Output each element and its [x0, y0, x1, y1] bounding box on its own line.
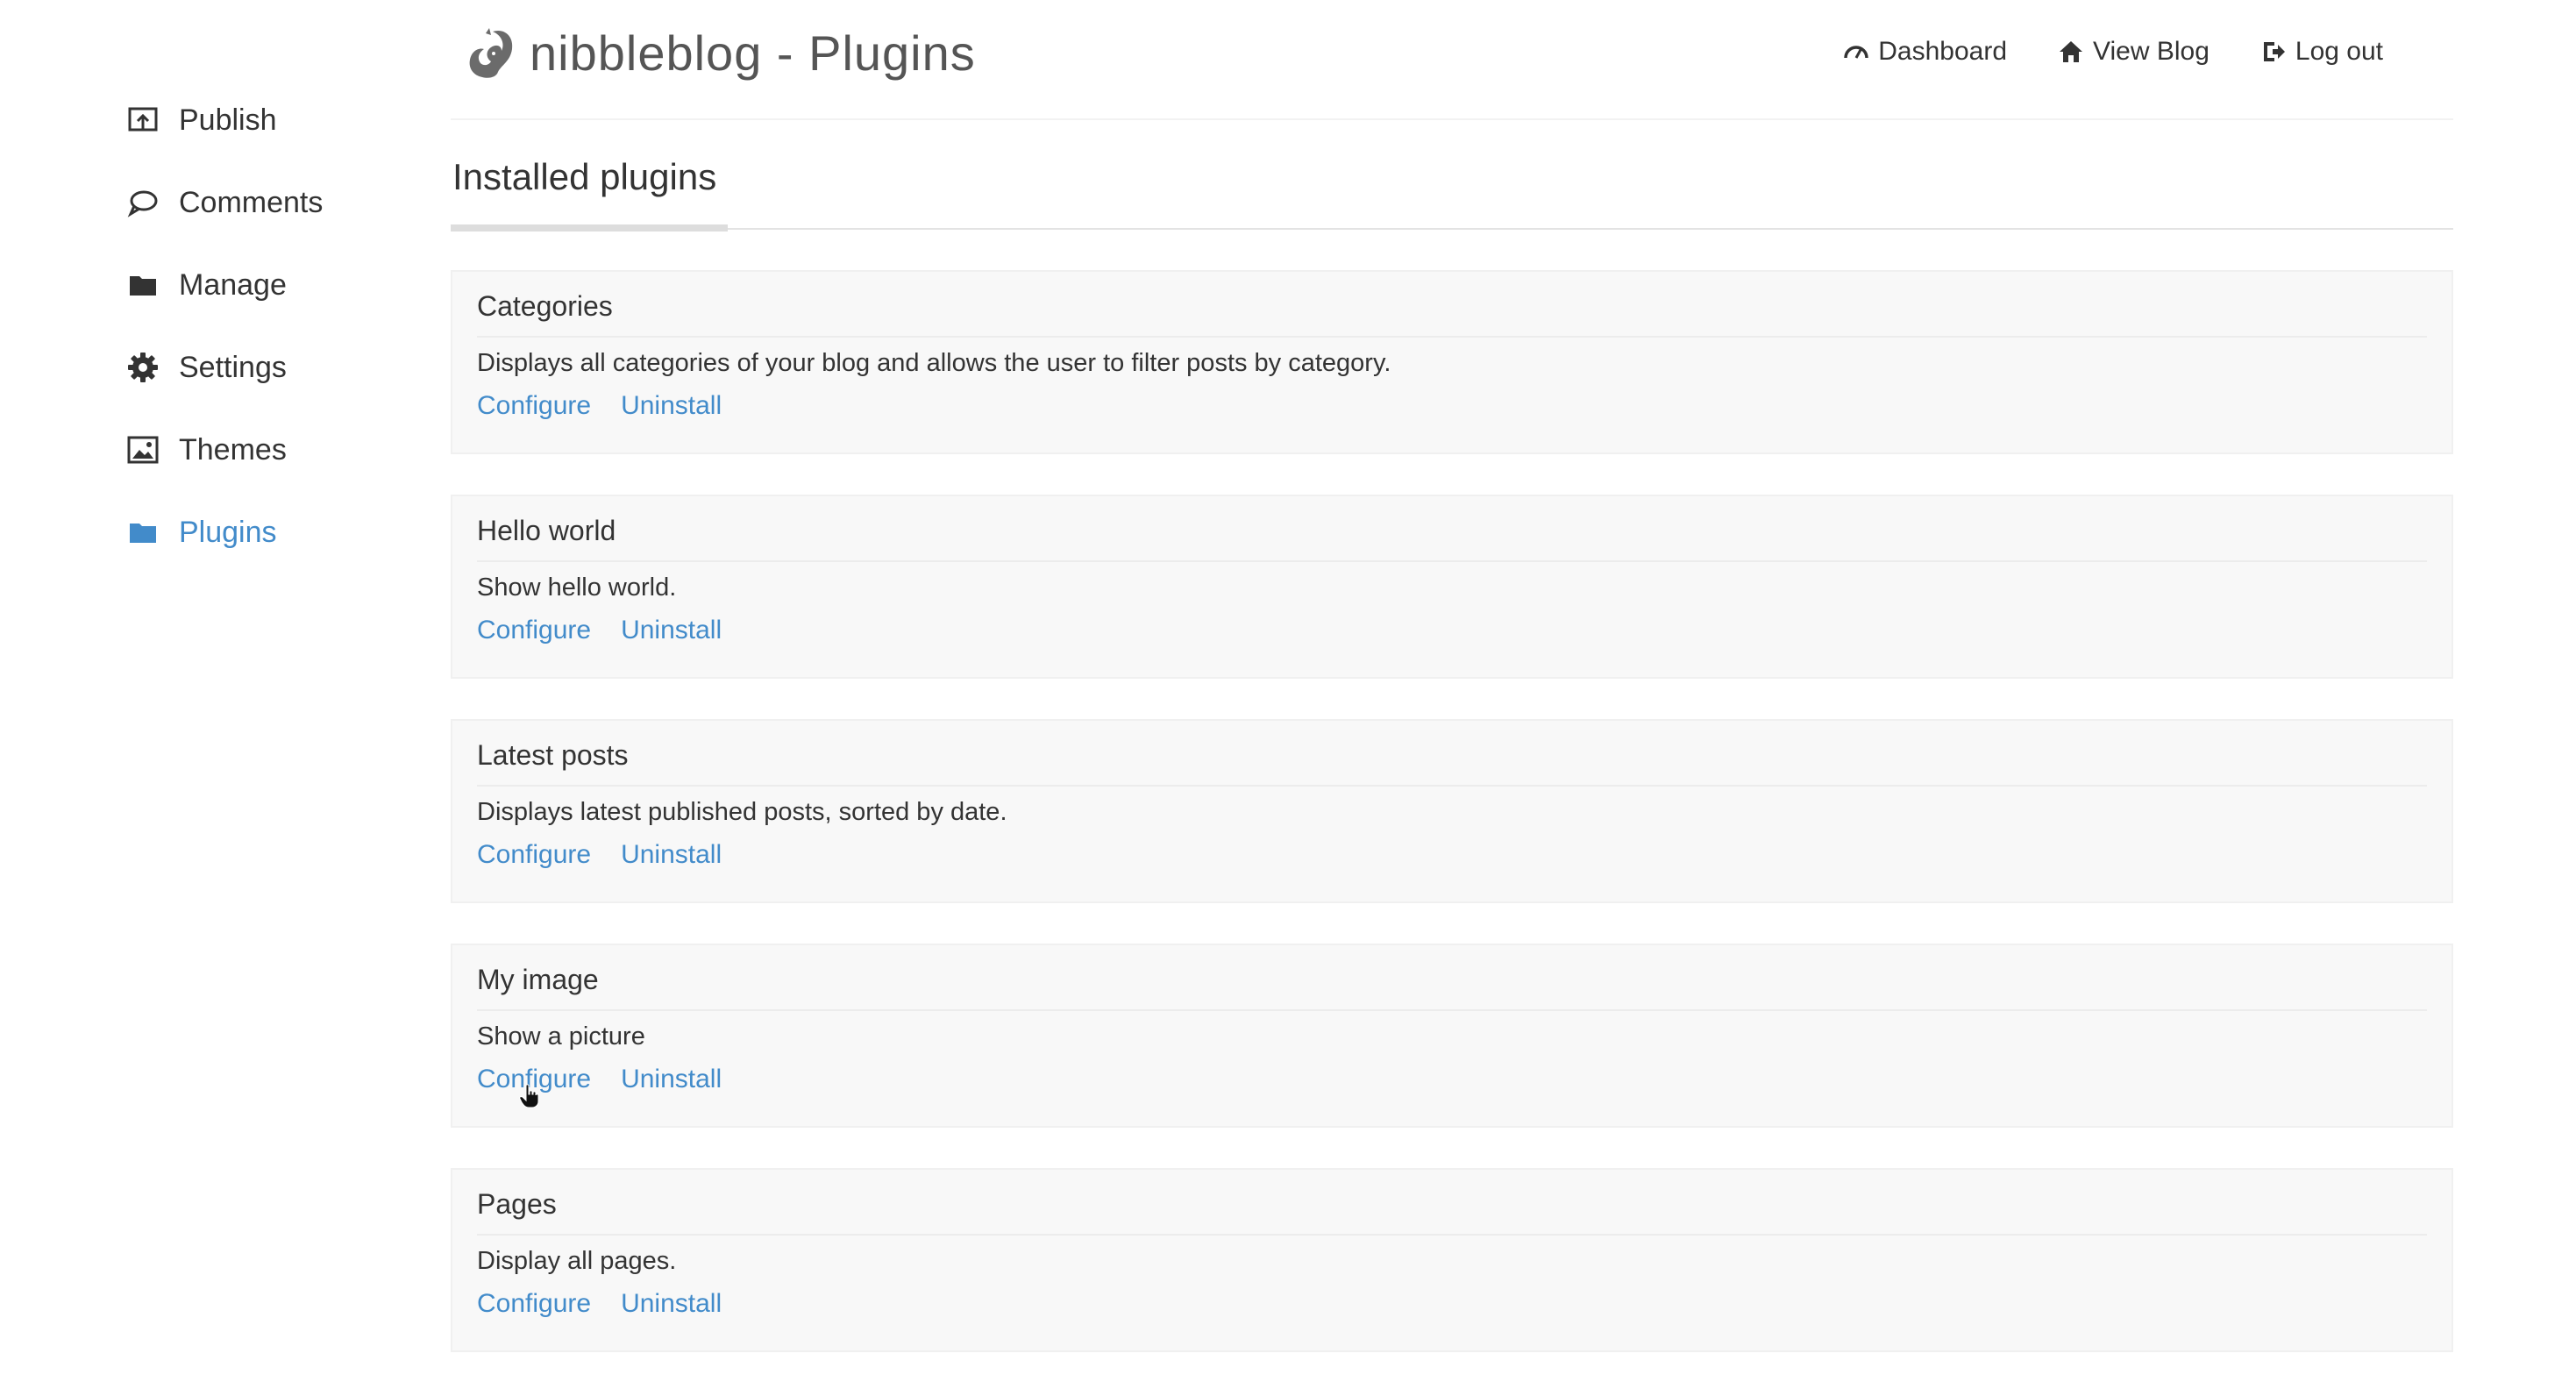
folder-icon	[126, 268, 160, 302]
sidebar-item-label: Comments	[179, 185, 324, 219]
plugin-description: Show hello world.	[477, 573, 677, 602]
plugin-name: Categories	[477, 290, 2427, 338]
section-header: Installed plugins	[451, 142, 2453, 232]
gear-icon	[126, 351, 160, 384]
logout-icon	[2263, 42, 2285, 61]
publish-icon	[126, 103, 160, 137]
nav-logout-label: Log out	[2295, 37, 2383, 66]
image-icon	[126, 433, 160, 467]
plugin-actions: Configure Uninstall	[477, 391, 2427, 421]
nav-dashboard[interactable]: Dashboard	[1843, 37, 2007, 67]
sidebar-item-themes[interactable]: Themes	[126, 409, 416, 491]
plugin-actions: Configure Uninstall	[477, 616, 2427, 645]
brand[interactable]: nibbleblog - Plugins	[466, 25, 976, 82]
plugin-description: Display all pages.	[477, 1247, 677, 1276]
plugin-actions: Configure Uninstall	[477, 1065, 2427, 1094]
folder-icon	[126, 516, 160, 549]
sidebar-item-label: Themes	[179, 432, 287, 467]
section-title: Installed plugins	[452, 156, 717, 197]
comment-icon	[126, 186, 160, 219]
configure-link[interactable]: Configure	[477, 616, 591, 645]
home-icon	[2060, 41, 2083, 62]
top-nav: Dashboard View Blog Log out	[1792, 37, 2383, 67]
plugin-name: Pages	[477, 1188, 2427, 1236]
plugin-card: Hello world Show hello world. Configure …	[451, 495, 2453, 679]
uninstall-link[interactable]: Uninstall	[621, 1289, 722, 1319]
plugin-card: Pages Display all pages. Configure Unins…	[451, 1168, 2453, 1352]
header: nibbleblog - Plugins Dashboard View Blog	[451, 0, 2453, 120]
uninstall-link[interactable]: Uninstall	[621, 616, 722, 645]
sidebar-item-label: Manage	[179, 267, 287, 302]
configure-link[interactable]: Configure	[477, 840, 591, 870]
title-underline	[451, 224, 728, 232]
plugin-name: My image	[477, 964, 2427, 1012]
sidebar-item-manage[interactable]: Manage	[126, 244, 416, 326]
sidebar-item-comments[interactable]: Comments	[126, 161, 416, 244]
sidebar-item-plugins[interactable]: Plugins	[126, 491, 416, 573]
sidebar-item-label: Plugins	[179, 515, 277, 549]
uninstall-link[interactable]: Uninstall	[621, 1065, 722, 1094]
configure-link[interactable]: Configure	[477, 391, 591, 421]
page-title: nibbleblog - Plugins	[530, 25, 976, 81]
squirrel-logo-icon	[469, 27, 513, 78]
plugin-name: Latest posts	[477, 739, 2427, 787]
uninstall-link[interactable]: Uninstall	[621, 840, 722, 870]
page: nibbleblog - Plugins Dashboard View Blog	[0, 0, 2576, 1389]
sidebar-item-settings[interactable]: Settings	[126, 326, 416, 409]
plugin-card: Categories Displays all categories of yo…	[451, 270, 2453, 454]
sidebar-item-label: Publish	[179, 103, 277, 137]
sidebar-item-publish[interactable]: Publish	[126, 79, 416, 161]
nav-view-blog[interactable]: View Blog	[2058, 37, 2210, 67]
plugin-card: My image Show a picture Configure Uninst…	[451, 944, 2453, 1128]
plugin-description: Displays latest published posts, sorted …	[477, 798, 1007, 827]
hand-cursor-icon	[519, 1084, 539, 1108]
plugin-card: Latest posts Displays latest published p…	[451, 719, 2453, 903]
plugin-description: Displays all categories of your blog and…	[477, 349, 1391, 378]
configure-link[interactable]: Configure	[477, 1289, 591, 1319]
uninstall-link[interactable]: Uninstall	[621, 391, 722, 421]
plugin-description: Show a picture	[477, 1022, 645, 1051]
nav-view-blog-label: View Blog	[2093, 37, 2210, 66]
nav-logout[interactable]: Log out	[2260, 37, 2383, 67]
plugin-name: Hello world	[477, 515, 2427, 563]
sidebar: Publish Comments Manage Settings Themes …	[126, 79, 416, 573]
plugin-actions: Configure Uninstall	[477, 840, 2427, 870]
sidebar-item-label: Settings	[179, 350, 287, 384]
dashboard-icon	[1844, 46, 1869, 59]
main-content: Installed plugins Categories Displays al…	[451, 142, 2453, 1352]
plugin-actions: Configure Uninstall	[477, 1289, 2427, 1319]
nav-dashboard-label: Dashboard	[1878, 37, 2008, 66]
